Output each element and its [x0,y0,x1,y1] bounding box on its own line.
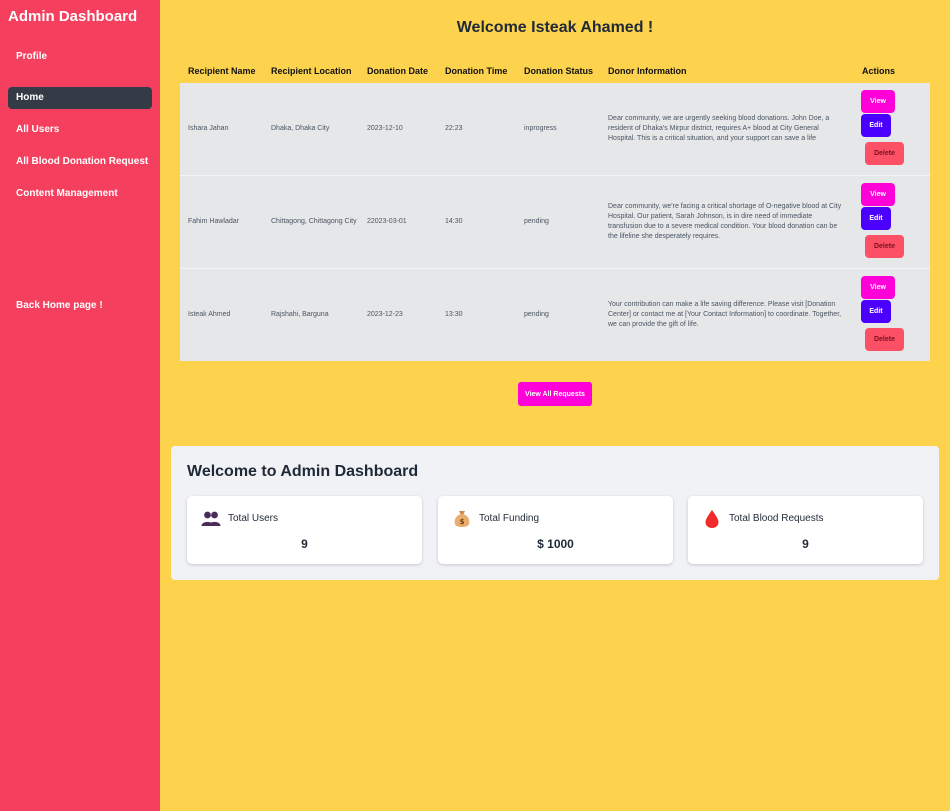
cell-donor-information: Dear community, we're facing a critical … [608,203,842,240]
delete-button[interactable]: Delete [865,328,904,351]
table-row: Ishara Jahan Dhaka, Dhaka City 2023-12-1… [180,83,930,176]
stat-card-total-funding: $ Total Funding $ 1000 [438,496,673,564]
edit-button[interactable]: Edit [861,114,891,137]
stat-label: Total Users [228,513,279,524]
stat-card-total-users: Total Users 9 [187,496,422,564]
delete-button[interactable]: Delete [865,142,904,165]
stat-value: 9 [301,537,308,551]
cell-recipient-location: Dhaka, Dhaka City [271,125,330,132]
stats-panel: Welcome to Admin Dashboard Total Users 9… [171,446,939,580]
cell-donation-date: 22023-03-01 [367,218,407,225]
table-row: Isteak Ahmed Rajshahi, Barguna 2023-12-2… [180,269,930,361]
stat-value: $ 1000 [537,537,574,551]
cell-donation-time: 14:30 [445,218,463,225]
stats-title: Welcome to Admin Dashboard [187,463,419,480]
svg-text:$: $ [460,518,465,526]
cell-donation-date: 2023-12-10 [367,125,403,132]
cell-donor-information: Dear community, we are urgently seeking … [608,115,830,142]
page-title: Welcome Isteak Ahamed ! [456,19,654,36]
sidebar-item-home[interactable]: Home [8,87,152,109]
cell-donation-status: inprogress [524,125,557,132]
header-donation-time: Donation Time [445,66,508,76]
cell-donation-status: pending [524,218,549,225]
header-actions: Actions [862,66,896,76]
cell-donation-date: 2023-12-23 [367,311,403,318]
cell-donor-information: Your contribution can make a life saving… [608,301,842,328]
cell-recipient-name: Isteak Ahmed [188,311,231,318]
sidebar-item-back-home[interactable]: Back Home page ! [8,295,152,317]
header-donation-status: Donation Status [524,66,593,76]
header-recipient-name: Recipient Name [188,66,256,76]
view-button[interactable]: View [861,276,895,299]
sidebar-brand: Admin Dashboard [8,8,138,25]
stat-label: Total Funding [479,513,540,524]
cell-donation-time: 22:23 [445,125,463,132]
stat-value: 9 [802,537,809,551]
stat-card-total-blood-requests: Total Blood Requests 9 [688,496,923,564]
requests-table: Ishara Jahan Dhaka, Dhaka City 2023-12-1… [180,83,930,361]
edit-button[interactable]: Edit [861,207,891,230]
sidebar-item-all-blood-donation-request[interactable]: All Blood Donation Request [8,151,152,173]
sidebar-item-all-users[interactable]: All Users [8,119,152,141]
cell-donation-status: pending [524,311,549,318]
cell-recipient-location: Rajshahi, Barguna [271,311,329,318]
money-bag-icon: $ [454,511,470,527]
cell-recipient-name: Fahim Hawladar [188,218,239,225]
sidebar-item-content-management[interactable]: Content Management [8,183,152,205]
cell-donation-time: 13:30 [445,311,463,318]
stat-label: Total Blood Requests [729,513,824,524]
view-button[interactable]: View [861,90,895,113]
delete-button[interactable]: Delete [865,235,904,258]
cell-recipient-name: Ishara Jahan [188,125,229,132]
sidebar: Admin Dashboard Profile Home All Users A… [0,0,160,811]
header-donation-date: Donation Date [367,66,429,76]
cell-recipient-location: Chittagong, Chittagong City [271,218,357,225]
header-recipient-location: Recipient Location [271,66,352,76]
edit-button[interactable]: Edit [861,300,891,323]
blood-drop-icon [705,510,719,528]
view-all-requests-button[interactable]: View All Requests [518,382,592,406]
sidebar-item-profile[interactable]: Profile [8,46,152,68]
table-row: Fahim Hawladar Chittagong, Chittagong Ci… [180,176,930,269]
header-donor-information: Donor Information [608,66,687,76]
view-button[interactable]: View [861,183,895,206]
users-icon [201,511,221,526]
